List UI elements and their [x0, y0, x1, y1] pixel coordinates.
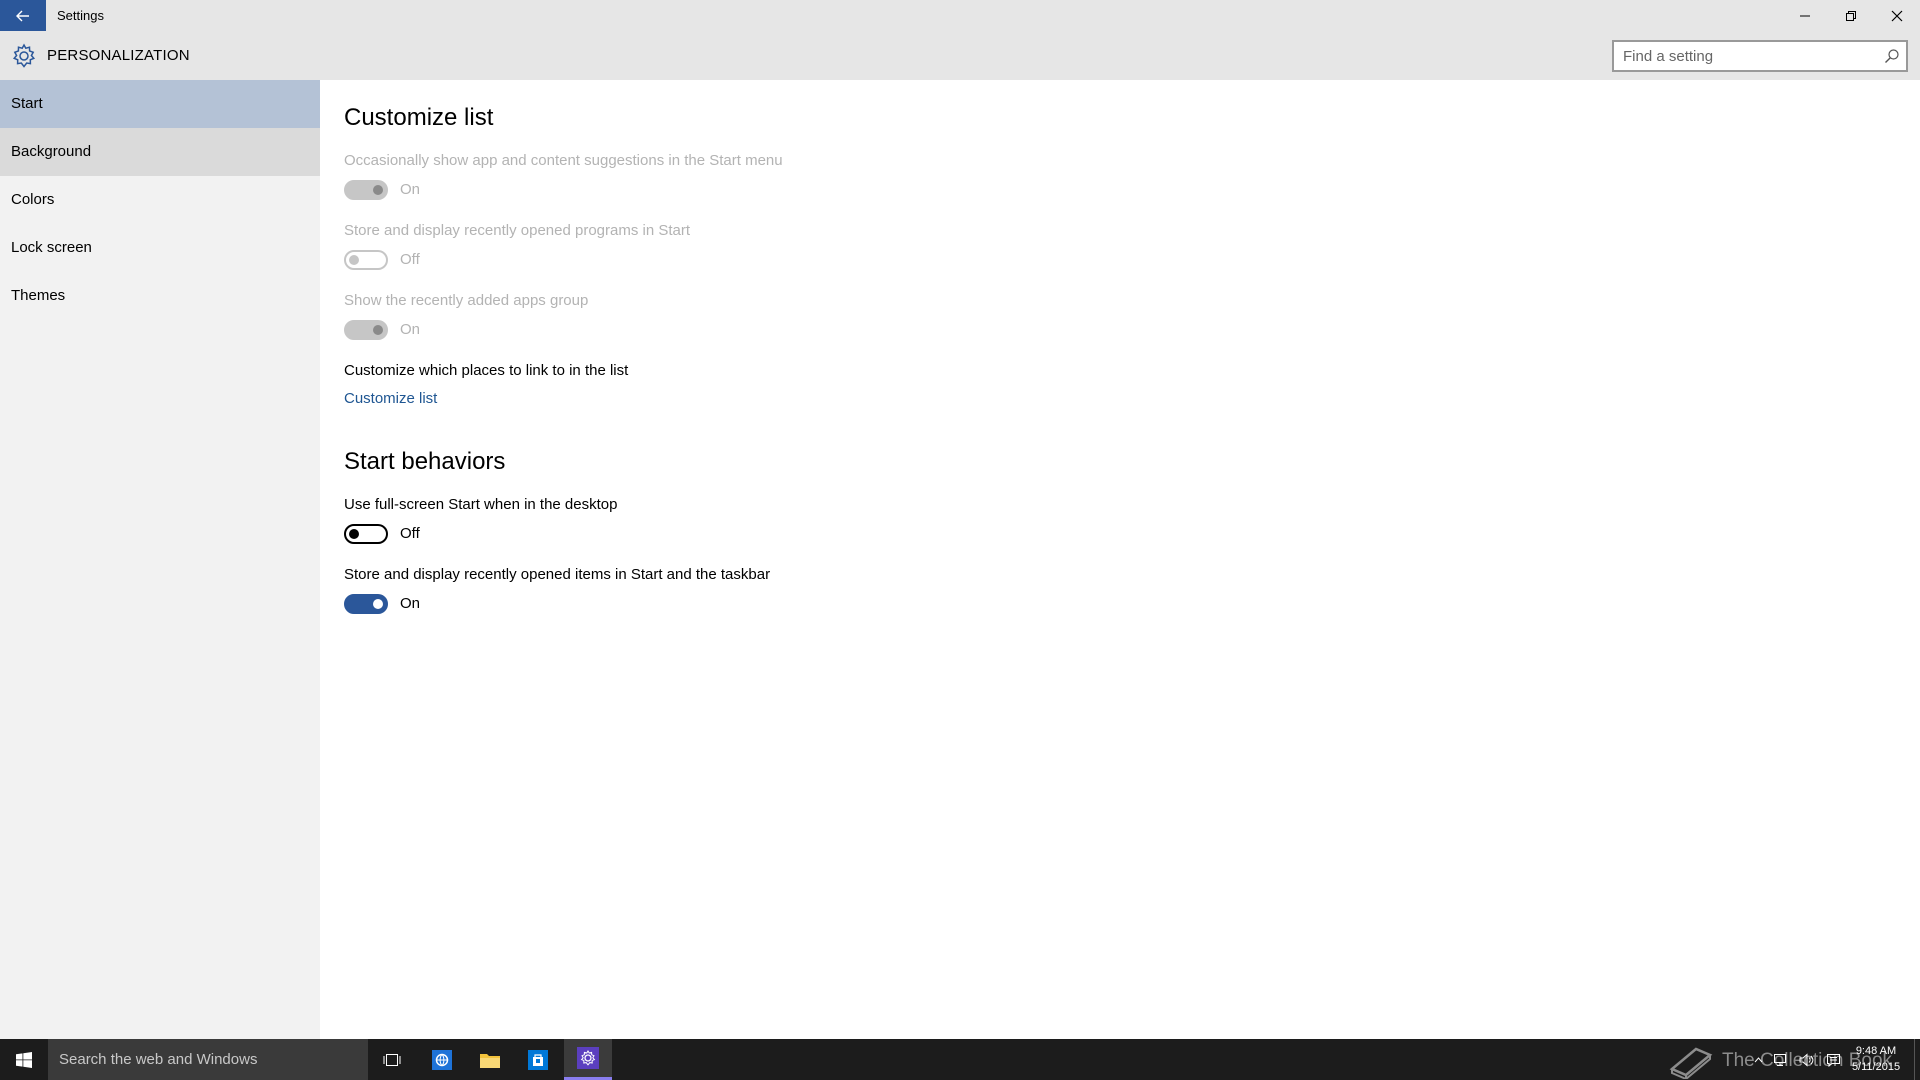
page-title: PERSONALIZATION [47, 47, 190, 64]
minimize-button[interactable] [1782, 0, 1828, 31]
back-arrow-icon [16, 10, 29, 21]
sidebar-item-themes[interactable]: Themes [0, 272, 320, 320]
sidebar-item-background[interactable]: Background [0, 128, 320, 176]
sidebar-item-start[interactable]: Start [0, 80, 320, 128]
edge-taskbar-button[interactable] [418, 1039, 466, 1080]
back-button[interactable] [0, 0, 46, 31]
network-tray-button[interactable] [1770, 1039, 1792, 1080]
toggle-suggestions [344, 180, 388, 200]
store-taskbar-button[interactable] [514, 1039, 562, 1080]
close-button[interactable] [1874, 0, 1920, 31]
sidebar: Start Background Colors Lock screen Them… [0, 80, 320, 1039]
search-icon[interactable] [1884, 48, 1900, 64]
volume-tray-button[interactable] [1796, 1039, 1818, 1080]
task-view-icon [383, 1053, 401, 1066]
customize-list-link[interactable]: Customize list [344, 390, 437, 407]
setting-label-suggestions: Occasionally show app and content sugges… [344, 152, 783, 169]
window-title: Settings [57, 8, 104, 23]
section-heading-start-behaviors: Start behaviors [344, 448, 506, 475]
action-center-icon [1826, 1053, 1840, 1067]
show-desktop-button[interactable] [1914, 1039, 1920, 1080]
setting-label-recent-items: Store and display recently opened items … [344, 566, 771, 583]
sidebar-item-lock-screen[interactable]: Lock screen [0, 224, 320, 272]
toggle-recent-programs [344, 250, 388, 270]
setting-label-recent-programs: Store and display recently opened progra… [344, 222, 691, 239]
file-explorer-icon [480, 1053, 500, 1068]
toggle-recently-added [344, 320, 388, 340]
setting-label-recently-added: Show the recently added apps group [344, 292, 589, 309]
clock-date: 5/11/2015 [1851, 1061, 1901, 1073]
book-icon [1669, 1047, 1713, 1079]
sidebar-item-colors[interactable]: Colors [0, 176, 320, 224]
chevron-up-icon [1754, 1056, 1762, 1062]
action-center-button[interactable] [1822, 1039, 1844, 1080]
toggle-state-suggestions: On [400, 181, 421, 198]
file-explorer-taskbar-button[interactable] [466, 1039, 514, 1080]
settings-taskbar-button[interactable] [564, 1039, 612, 1080]
toggle-state-recently-added: On [400, 321, 421, 338]
start-button[interactable] [0, 1039, 48, 1080]
settings-content: Customize list Occasionally show app and… [320, 80, 1920, 1039]
store-icon [528, 1049, 548, 1070]
close-icon [1891, 10, 1903, 21]
toggle-state-recent-items: On [400, 595, 421, 612]
restore-button[interactable] [1828, 0, 1874, 31]
section-heading-customize-list: Customize list [344, 104, 494, 131]
taskbar: Search the web and Windows The Collectio… [0, 1039, 1920, 1080]
show-hidden-icons-button[interactable] [1750, 1039, 1766, 1080]
setting-label-full-screen: Use full-screen Start when in the deskto… [344, 496, 618, 513]
minimize-icon [1800, 15, 1810, 16]
title-bar: Settings [0, 0, 1920, 31]
volume-icon [1799, 1052, 1814, 1067]
gear-icon [12, 43, 36, 68]
places-label: Customize which places to link to in the… [344, 362, 629, 379]
toggle-recent-items[interactable] [344, 594, 388, 614]
network-icon [1774, 1053, 1786, 1066]
find-setting-input[interactable] [1614, 42, 1874, 70]
toggle-state-full-screen: Off [400, 525, 420, 542]
task-view-button[interactable] [368, 1039, 416, 1080]
clock-time: 9:48 AM [1855, 1045, 1897, 1057]
toggle-full-screen[interactable] [344, 524, 388, 544]
toggle-state-recent-programs: Off [400, 251, 420, 268]
taskbar-clock[interactable]: 9:48 AM 5/11/2015 [1844, 1043, 1908, 1075]
find-setting-box[interactable] [1612, 40, 1908, 72]
windows-start-icon [16, 1051, 32, 1068]
taskbar-search-box[interactable]: Search the web and Windows [48, 1039, 368, 1080]
restore-icon [1846, 10, 1856, 21]
settings-header: PERSONALIZATION [0, 31, 1920, 80]
settings-app-icon [577, 1047, 599, 1069]
edge-browser-icon [432, 1049, 452, 1070]
